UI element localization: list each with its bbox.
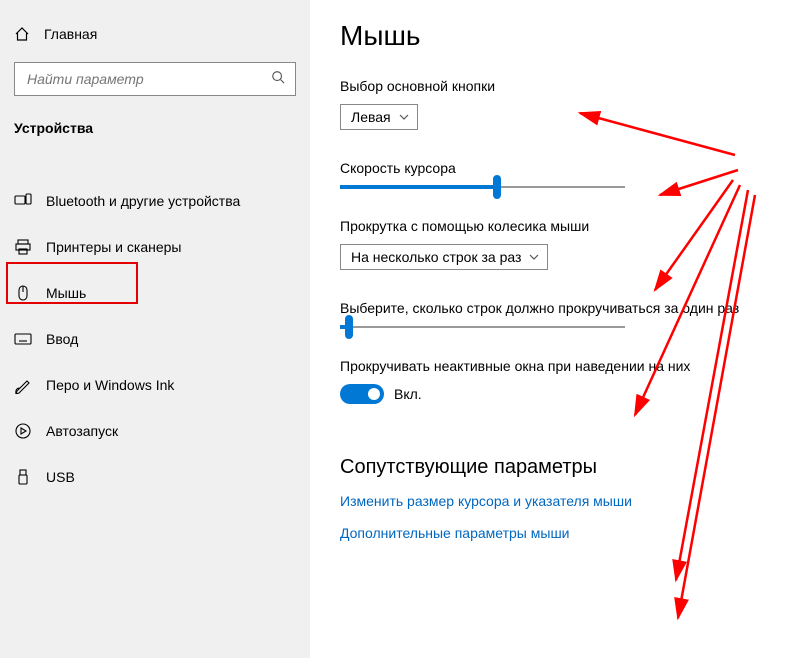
printer-icon — [14, 238, 32, 256]
mouse-icon — [14, 284, 32, 302]
pen-icon — [14, 376, 32, 394]
toggle-state-label: Вкл. — [394, 386, 422, 402]
home-icon — [14, 26, 30, 42]
primary-button-dropdown[interactable]: Левая — [340, 104, 418, 130]
scroll-wheel-dropdown[interactable]: На несколько строк за раз — [340, 244, 548, 270]
nav-label: Перо и Windows Ink — [46, 377, 174, 393]
slider-fill — [340, 185, 497, 189]
sidebar-item-mouse[interactable]: Мышь — [0, 272, 310, 314]
home-label: Главная — [44, 26, 97, 42]
dropdown-value: Левая — [351, 109, 391, 125]
category-heading: Устройства — [0, 114, 310, 146]
chevron-down-icon — [529, 249, 539, 265]
primary-button-label: Выбор основной кнопки — [340, 78, 777, 94]
dropdown-value: На несколько строк за раз — [351, 249, 521, 265]
cursor-speed-slider[interactable] — [340, 186, 625, 188]
chevron-down-icon — [399, 109, 409, 125]
sidebar-item-pen[interactable]: Перо и Windows Ink — [0, 364, 310, 406]
nav-label: Автозапуск — [46, 423, 118, 439]
toggle-knob — [368, 388, 380, 400]
slider-thumb[interactable] — [493, 175, 501, 199]
link-additional-mouse[interactable]: Дополнительные параметры мыши — [340, 525, 777, 541]
scroll-inactive-label: Прокручивать неактивные окна при наведен… — [340, 358, 777, 374]
autoplay-icon — [14, 422, 32, 440]
nav-label: Bluetooth и другие устройства — [46, 193, 240, 209]
keyboard-icon — [14, 330, 32, 348]
search-input[interactable] — [25, 70, 271, 88]
link-cursor-size[interactable]: Изменить размер курсора и указателя мыши — [340, 493, 777, 509]
slider-thumb[interactable] — [345, 315, 353, 339]
sidebar-item-printers[interactable]: Принтеры и сканеры — [0, 226, 310, 268]
sidebar-item-usb[interactable]: USB — [0, 456, 310, 498]
lines-per-scroll-label: Выберите, сколько строк должно прокручив… — [340, 300, 777, 316]
devices-icon — [14, 192, 32, 210]
nav-label: Мышь — [46, 285, 86, 301]
home-link[interactable]: Главная — [0, 20, 310, 48]
nav-label: USB — [46, 469, 75, 485]
cursor-speed-label: Скорость курсора — [340, 160, 777, 176]
sidebar-item-typing[interactable]: Ввод — [0, 318, 310, 360]
related-heading: Сопутствующие параметры — [340, 456, 777, 479]
nav-label: Принтеры и сканеры — [46, 239, 181, 255]
search-icon — [271, 70, 285, 89]
scroll-wheel-label: Прокрутка с помощью колесика мыши — [340, 218, 777, 234]
search-box[interactable] — [14, 62, 296, 96]
sidebar-item-bluetooth[interactable]: Bluetooth и другие устройства — [0, 180, 310, 222]
nav-label: Ввод — [46, 331, 78, 347]
sidebar-item-autoplay[interactable]: Автозапуск — [0, 410, 310, 452]
usb-icon — [14, 468, 32, 486]
lines-per-scroll-slider[interactable] — [340, 326, 625, 328]
scroll-inactive-toggle[interactable] — [340, 384, 384, 404]
page-title: Мышь — [340, 20, 777, 52]
